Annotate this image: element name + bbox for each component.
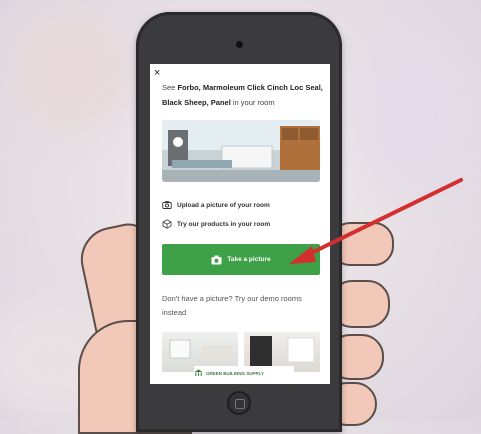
cube-icon bbox=[162, 219, 172, 229]
feature-upload: Upload a picture of your room bbox=[162, 200, 270, 210]
take-picture-button[interactable]: Take a picture bbox=[162, 244, 320, 275]
brand-footer: GREEN BUILDING SUPPLY bbox=[194, 366, 294, 380]
background-blob bbox=[10, 10, 130, 130]
feature-try-label: Try our products in your room bbox=[177, 220, 271, 228]
background-blob bbox=[360, 40, 470, 190]
demo-rooms-prompt: Don't have a picture? Try our demo rooms… bbox=[162, 294, 302, 317]
kitchen-illustration bbox=[162, 120, 320, 182]
phone-screen: × See Forbo, Marmoleum Click Cinch Loc S… bbox=[150, 64, 330, 384]
home-button[interactable] bbox=[227, 391, 251, 415]
close-button[interactable]: × bbox=[154, 68, 160, 79]
intro-suffix: in your room bbox=[230, 98, 275, 107]
building-logo-icon bbox=[194, 369, 203, 376]
feature-try: Try our products in your room bbox=[162, 219, 270, 229]
camera-icon bbox=[162, 201, 172, 209]
feature-upload-label: Upload a picture of your room bbox=[177, 201, 270, 209]
intro-text: See Forbo, Marmoleum Click Cinch Loc Sea… bbox=[162, 80, 330, 110]
camera-icon bbox=[211, 255, 222, 264]
room-preview-image bbox=[162, 120, 320, 182]
brand-name: GREEN BUILDING SUPPLY bbox=[206, 370, 264, 376]
front-camera bbox=[236, 41, 243, 48]
intro-prefix: See bbox=[162, 83, 178, 92]
take-picture-label: Take a picture bbox=[227, 256, 271, 263]
